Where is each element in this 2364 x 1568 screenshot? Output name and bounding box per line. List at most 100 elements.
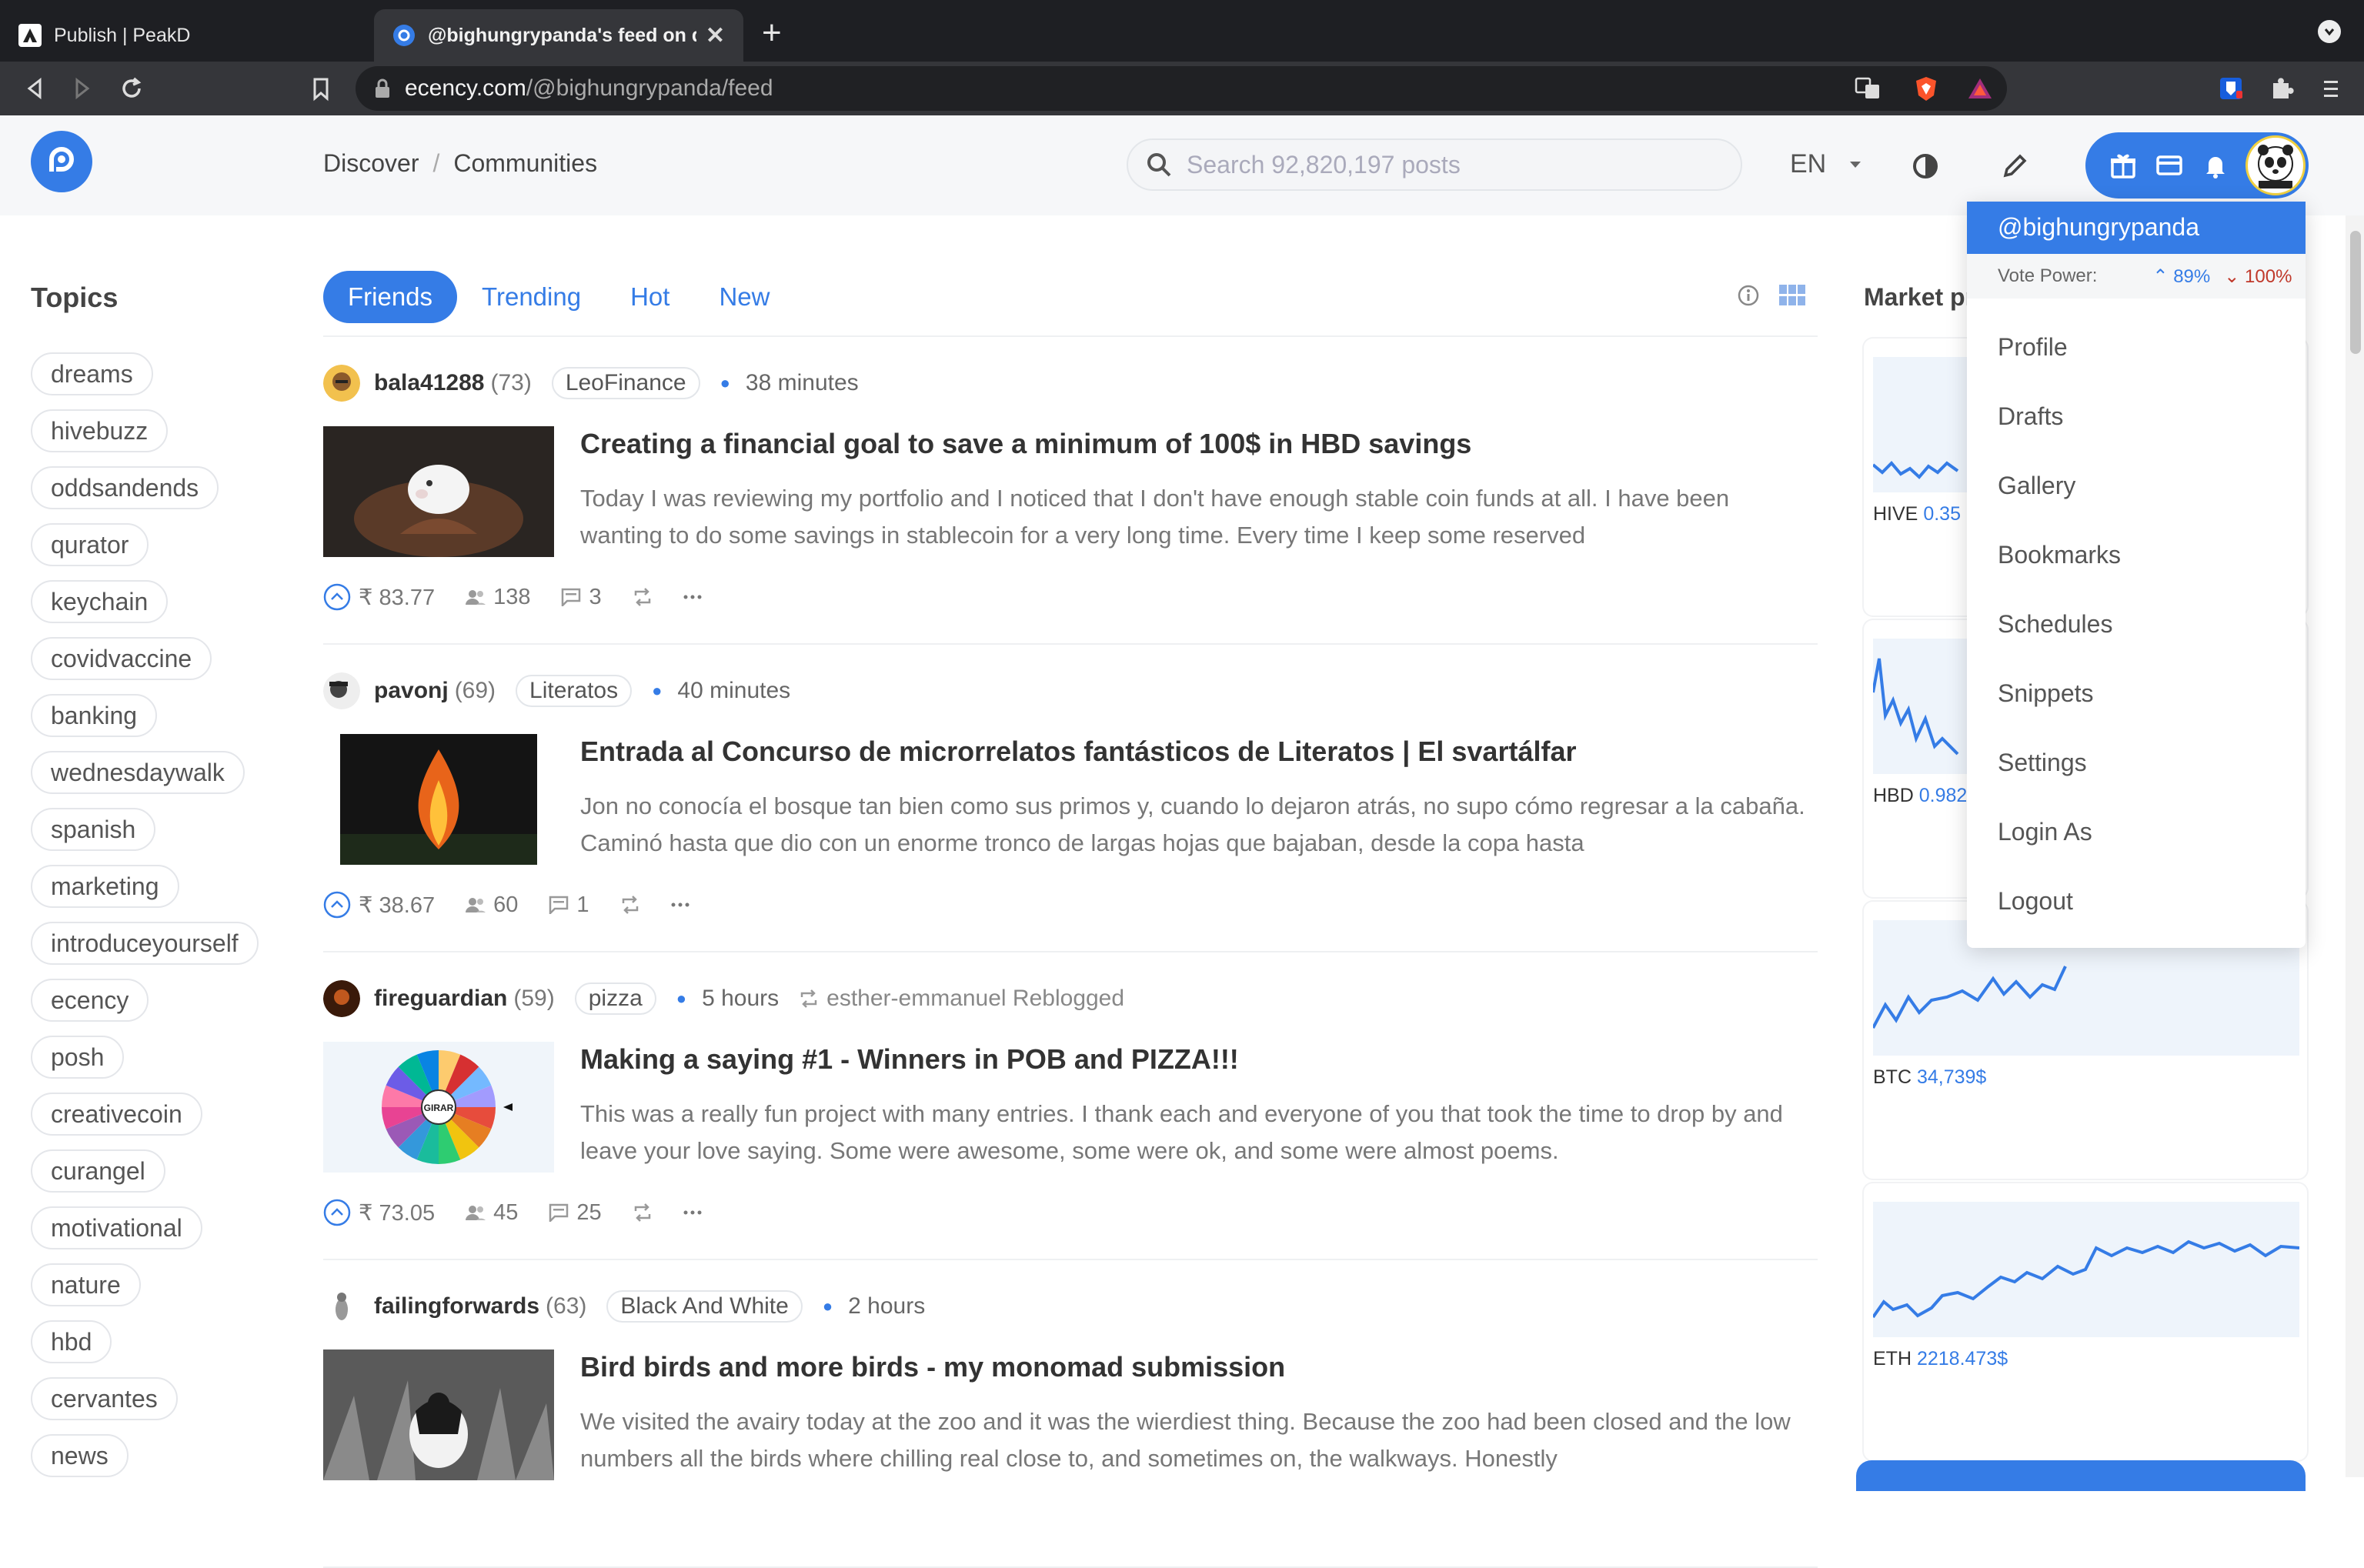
language-selector[interactable]: EN <box>1790 149 1861 179</box>
ecency-logo[interactable] <box>31 131 92 192</box>
tab-new[interactable]: New <box>694 271 794 323</box>
topic-tag[interactable]: covidvaccine <box>31 637 212 680</box>
tab-friends[interactable]: Friends <box>323 271 458 323</box>
author-name[interactable]: bala41288 <box>374 370 484 396</box>
topic-tag[interactable]: dreams <box>31 352 153 395</box>
comments-group[interactable]: 1 <box>549 892 589 918</box>
back-icon[interactable] <box>20 74 49 103</box>
topic-tag[interactable]: hivebuzz <box>31 409 169 452</box>
post-time[interactable]: 5 hours <box>702 986 779 1012</box>
votes-group[interactable]: 138 <box>466 585 530 610</box>
forward-icon[interactable] <box>68 74 97 103</box>
more-options[interactable] <box>671 902 690 908</box>
ellipsis-icon[interactable] <box>683 594 702 600</box>
author-name[interactable]: pavonj <box>374 678 449 704</box>
post-time[interactable]: 40 minutes <box>677 678 790 704</box>
upvote-group[interactable]: ₹ 73.05 <box>323 1199 435 1226</box>
theme-toggle-icon[interactable] <box>1910 151 1941 182</box>
reload-icon[interactable] <box>117 74 146 103</box>
topic-tag[interactable]: cervantes <box>31 1377 178 1420</box>
reblog-icon[interactable] <box>620 896 640 914</box>
topic-tag[interactable]: motivational <box>31 1206 202 1249</box>
gift-icon[interactable] <box>2109 151 2138 180</box>
post-title[interactable]: Making a saying #1 - Winners in POB and … <box>580 1043 1811 1076</box>
menu-item-snippets[interactable]: Snippets <box>1967 659 2306 728</box>
topic-tag[interactable]: nature <box>31 1263 141 1306</box>
topic-tag[interactable]: hbd <box>31 1320 112 1363</box>
post-time[interactable]: 38 minutes <box>746 370 859 396</box>
post-thumbnail[interactable] <box>323 734 554 865</box>
browser-menu-icon[interactable] <box>2316 74 2346 103</box>
topic-tag[interactable]: curangel <box>31 1149 165 1193</box>
menu-item-profile[interactable]: Profile <box>1967 312 2306 382</box>
post-time[interactable]: 2 hours <box>848 1293 925 1319</box>
author-name[interactable]: fireguardian <box>374 986 507 1012</box>
topic-tag[interactable]: oddsandends <box>31 466 219 509</box>
comments-group[interactable]: 25 <box>549 1200 602 1226</box>
more-options[interactable] <box>683 594 702 600</box>
search-input[interactable]: Search 92,820,197 posts <box>1127 138 1742 191</box>
translate-icon[interactable] <box>1853 74 1882 103</box>
notifications-bell-icon[interactable] <box>2201 151 2230 180</box>
topic-tag[interactable]: posh <box>31 1036 125 1079</box>
community-tag[interactable]: Black And White <box>606 1290 803 1323</box>
author-avatar[interactable] <box>323 1288 360 1325</box>
dropdown-username[interactable]: @bighungrypanda <box>1967 202 2306 254</box>
author-avatar[interactable] <box>323 365 360 402</box>
community-tag[interactable]: LeoFinance <box>551 367 700 399</box>
menu-item-settings[interactable]: Settings <box>1967 728 2306 797</box>
reblog-group[interactable] <box>633 1203 653 1222</box>
scrollbar-thumb[interactable] <box>2350 231 2361 354</box>
menu-item-logout[interactable]: Logout <box>1967 866 2306 936</box>
menu-item-schedules[interactable]: Schedules <box>1967 589 2306 659</box>
upvote-icon[interactable] <box>323 583 351 611</box>
tab-hot[interactable]: Hot <box>606 271 694 323</box>
ellipsis-icon[interactable] <box>671 902 690 908</box>
brave-shield-icon[interactable] <box>1912 74 1941 103</box>
post-title[interactable]: Bird birds and more birds - my monomad s… <box>580 1351 1811 1383</box>
votes-group[interactable]: 60 <box>466 892 518 918</box>
reblog-group[interactable] <box>633 588 653 606</box>
post-summary[interactable]: Today I was reviewing my portfolio and I… <box>580 480 1811 554</box>
payout-amount[interactable]: ₹ 38.67 <box>359 892 435 919</box>
bitwarden-extension-icon[interactable] <box>2216 74 2245 103</box>
browser-tab-ecency[interactable]: @bighungrypanda's feed on de ✕ <box>374 9 743 62</box>
payout-amount[interactable]: ₹ 73.05 <box>359 1199 435 1226</box>
tab-search-button[interactable] <box>2318 20 2341 43</box>
ellipsis-icon[interactable] <box>683 1209 702 1216</box>
topic-tag[interactable]: qurator <box>31 523 149 566</box>
market-card-eth[interactable]: ETH 2218.473$ <box>1864 1183 2307 1460</box>
close-tab-icon[interactable]: ✕ <box>706 22 725 49</box>
author-avatar[interactable] <box>323 672 360 709</box>
topic-tag[interactable]: ecency <box>31 979 149 1022</box>
reblog-group[interactable] <box>620 896 640 914</box>
author-name[interactable]: failingforwards <box>374 1293 539 1319</box>
topic-tag[interactable]: marketing <box>31 865 179 908</box>
page-scrollbar[interactable] <box>2346 215 2364 1477</box>
bookmark-icon[interactable] <box>306 74 336 103</box>
breadcrumb-communities[interactable]: Communities <box>453 149 597 178</box>
post-title[interactable]: Entrada al Concurso de microrrelatos fan… <box>580 736 1811 768</box>
menu-item-drafts[interactable]: Drafts <box>1967 382 2306 451</box>
upvote-group[interactable]: ₹ 83.77 <box>323 583 435 611</box>
community-tag[interactable]: Literatos <box>516 675 633 707</box>
reblog-icon[interactable] <box>633 1203 653 1222</box>
topic-tag[interactable]: news <box>31 1434 129 1477</box>
menu-item-gallery[interactable]: Gallery <box>1967 451 2306 520</box>
topic-tag[interactable]: spanish <box>31 808 156 851</box>
topic-tag[interactable]: banking <box>31 694 158 737</box>
address-bar[interactable]: ecency.com/@bighungrypanda/feed <box>356 66 2007 111</box>
extensions-puzzle-icon[interactable] <box>2267 74 2296 103</box>
topic-tag[interactable]: keychain <box>31 580 169 623</box>
floating-action-button[interactable] <box>1856 1460 2306 1491</box>
payout-amount[interactable]: ₹ 83.77 <box>359 584 435 611</box>
browser-tab-peakd[interactable]: Publish | PeakD <box>0 9 369 62</box>
author-avatar[interactable] <box>323 980 360 1017</box>
tab-trending[interactable]: Trending <box>457 271 606 323</box>
post-summary[interactable]: Jon no conocía el bosque tan bien como s… <box>580 788 1811 862</box>
menu-item-login-as[interactable]: Login As <box>1967 797 2306 866</box>
brave-rewards-icon[interactable] <box>1965 74 1995 103</box>
reblog-info[interactable]: esther-emmanuel Reblogged <box>799 986 1124 1012</box>
post-thumbnail[interactable] <box>323 1349 554 1480</box>
topic-tag[interactable]: creativecoin <box>31 1093 202 1136</box>
